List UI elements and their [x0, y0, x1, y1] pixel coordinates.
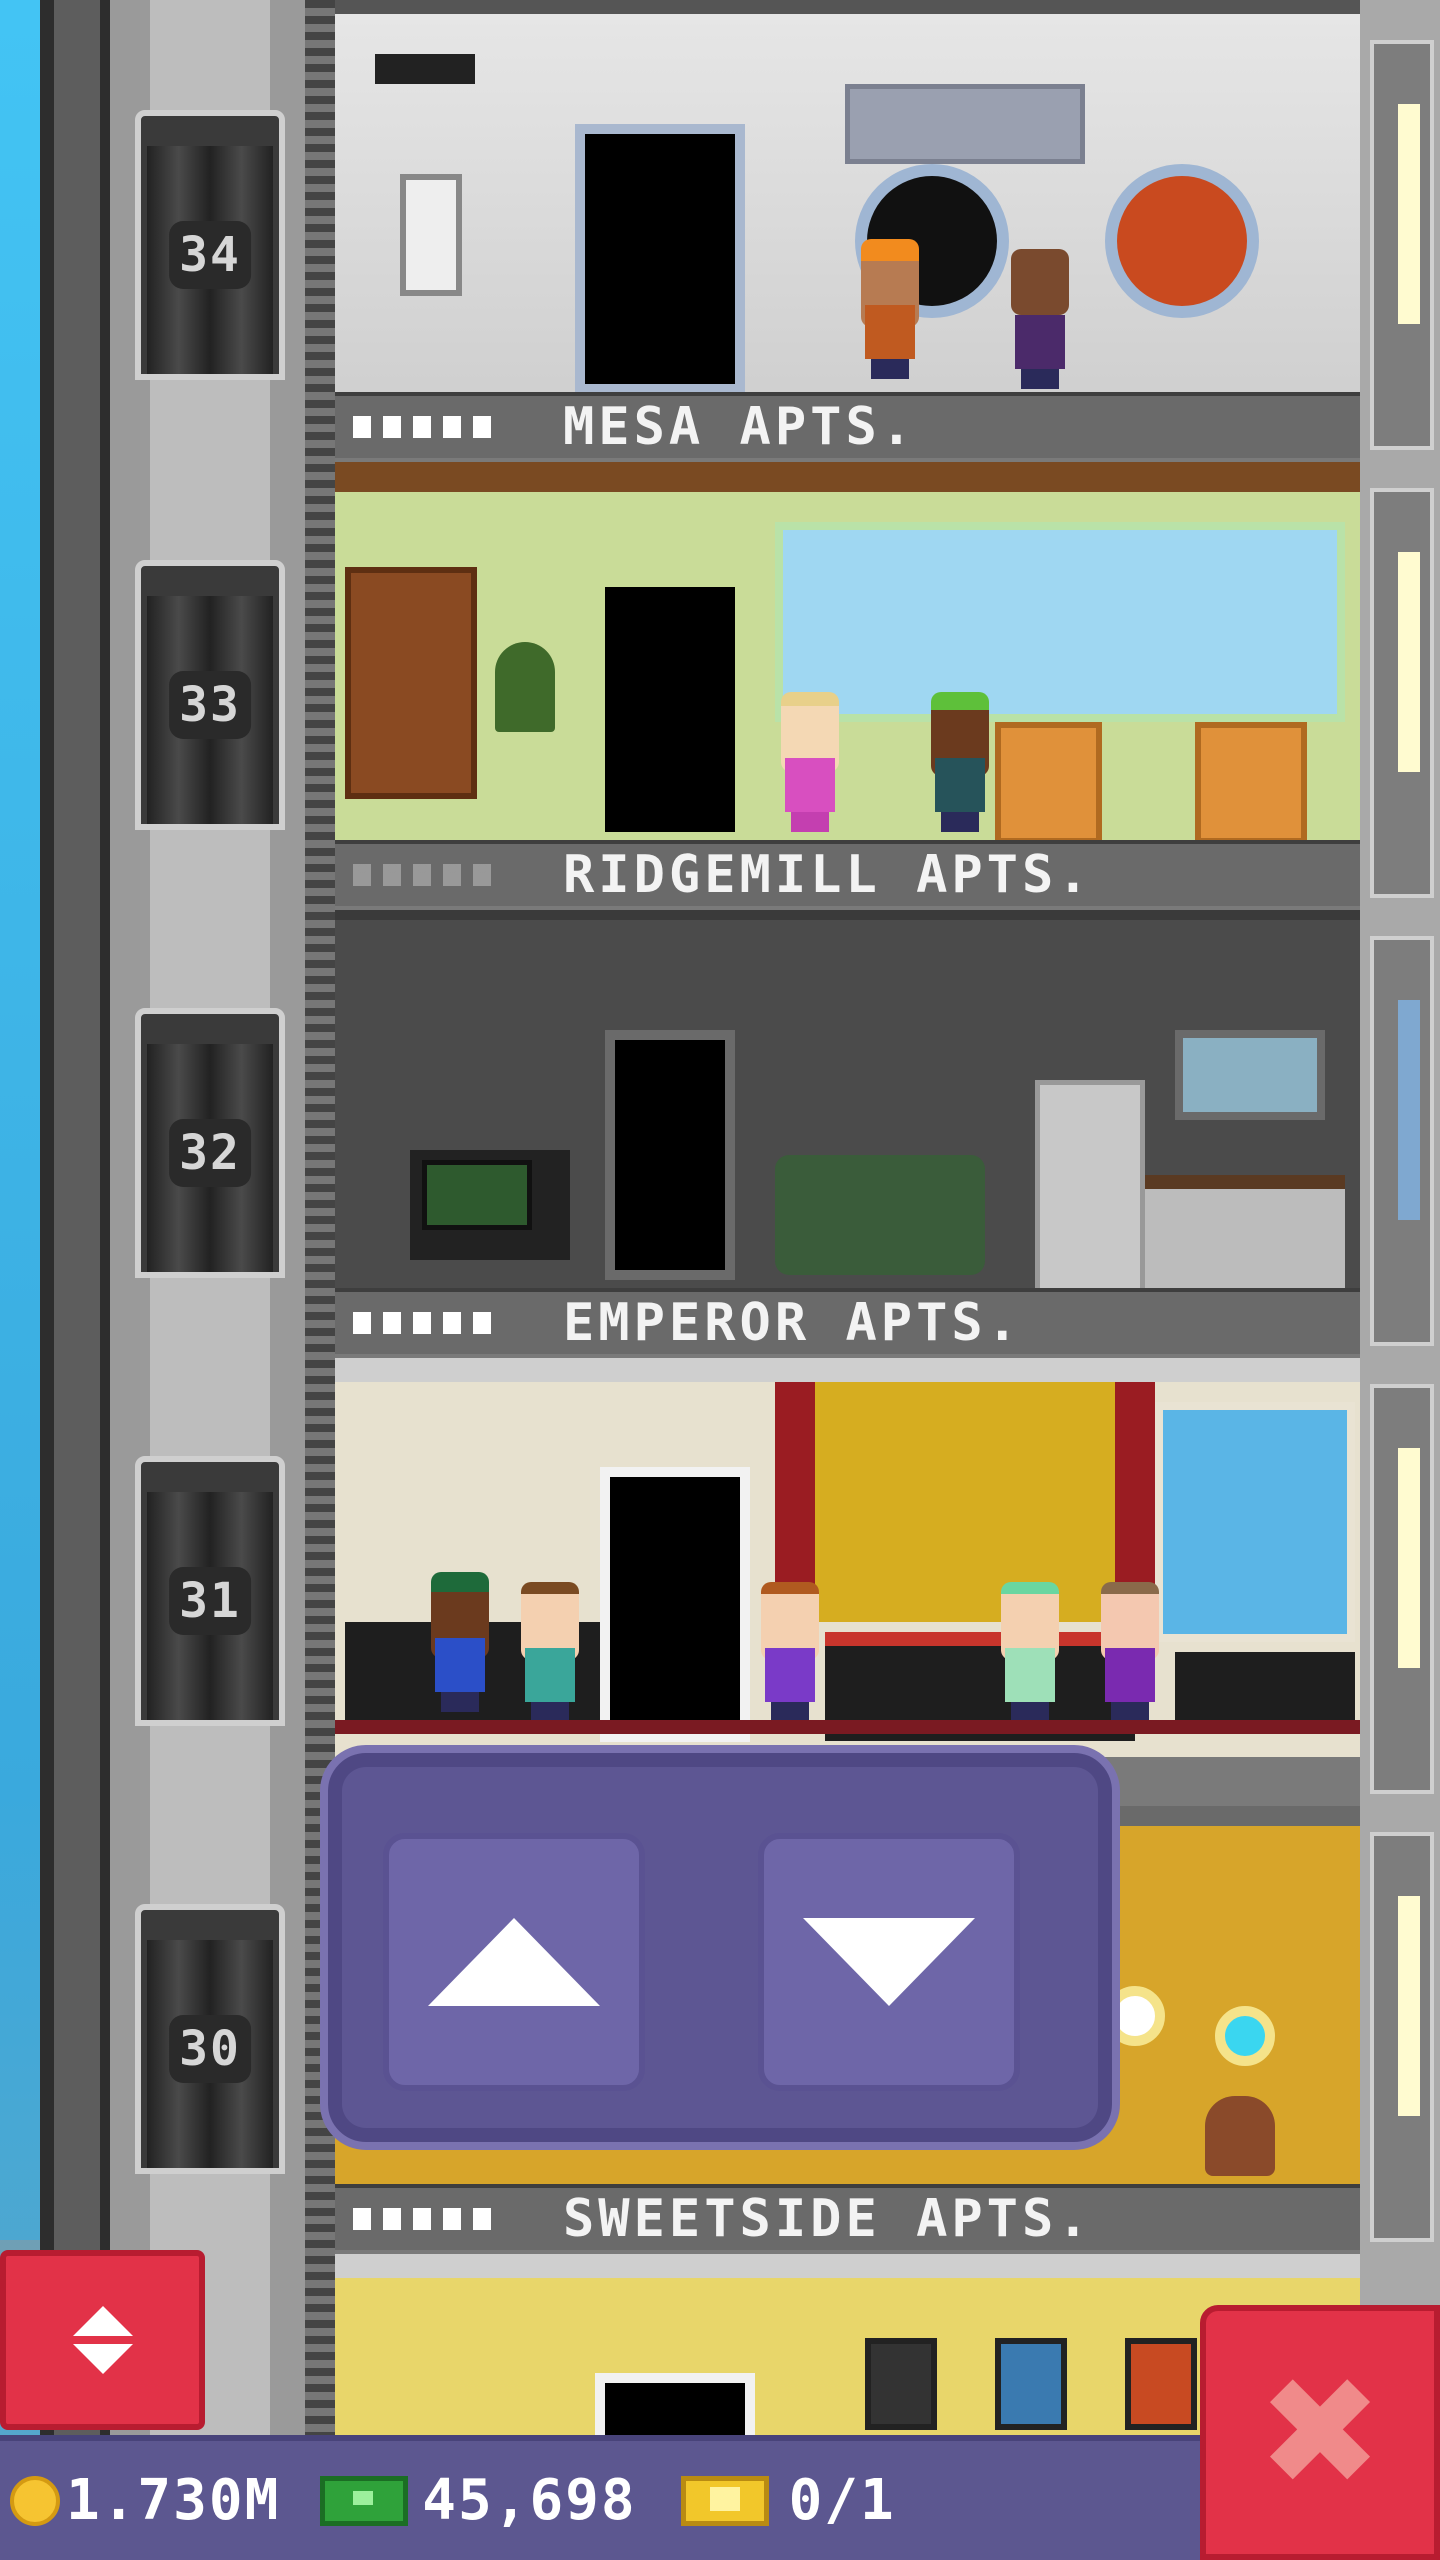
wall-picture [1125, 2338, 1197, 2430]
floor-name: SWEETSIDE APTS. [563, 2189, 1093, 2249]
large-window [775, 522, 1345, 722]
resident[interactable] [995, 1582, 1065, 1722]
floor-number: 32 [169, 1119, 251, 1187]
room-door [605, 587, 735, 832]
floor-number: 31 [169, 1567, 251, 1635]
shaft-column [110, 0, 310, 2560]
floor-name: EMPEROR APTS. [563, 1293, 1022, 1353]
room-door [605, 1030, 735, 1280]
arrow-up-icon [428, 1918, 600, 2006]
occupancy-indicator [353, 864, 553, 886]
vent [375, 54, 475, 84]
floor-33[interactable]: RIDGEMILL APTS. [335, 462, 1360, 910]
floor-name: RIDGEMILL APTS. [563, 845, 1093, 905]
kitchen-counter [1145, 1175, 1345, 1299]
fridge [1035, 1080, 1145, 1300]
floor-sign: RIDGEMILL APTS. [335, 840, 1360, 906]
close-button[interactable]: ✖ [1200, 2305, 1440, 2560]
elevator-down-button[interactable] [758, 1833, 1020, 2091]
shaft-rail-left [40, 0, 54, 2560]
elevator-up-down-icon [72, 2306, 133, 2374]
tower: MESA APTS. RIDGEMILL APTS. EMPEROR APTS.… [335, 0, 1360, 2560]
computer-desk [410, 1150, 570, 1260]
window-panel [1370, 1832, 1434, 2242]
vip-ticket-icon [680, 2475, 769, 2526]
elevator-up-button[interactable] [383, 1833, 645, 2091]
floor-34[interactable]: MESA APTS. [335, 0, 1360, 462]
armchair [995, 722, 1102, 844]
occupancy-indicator [353, 1312, 553, 1334]
bookshelf [345, 567, 477, 799]
room-interior [335, 910, 1360, 1300]
floor-number: 30 [169, 2015, 251, 2083]
sofa [775, 1155, 985, 1275]
floor-sign: SWEETSIDE APTS. [335, 2184, 1360, 2250]
wall-picture [995, 2338, 1067, 2430]
tower-exterior-right [1360, 0, 1440, 2560]
room-door [600, 1467, 750, 1742]
elevator-control-pad [320, 1745, 1120, 2150]
elevator-stop-32[interactable]: 32 [135, 1008, 285, 1278]
tickets-counter[interactable]: 0/1 [647, 2468, 896, 2533]
room-interior [335, 0, 1360, 404]
resident[interactable] [515, 1582, 585, 1722]
elevator-stop-30[interactable]: 30 [135, 1904, 285, 2174]
tickets-value: 0/1 [788, 2468, 896, 2533]
elevator-toggle-button[interactable] [0, 2250, 205, 2430]
resident[interactable] [1005, 249, 1075, 389]
window-panel [1370, 1384, 1434, 1794]
arrow-down-icon [803, 1918, 975, 2006]
wall-picture [865, 2338, 937, 2430]
control-panel [845, 84, 1085, 164]
bux-icon [320, 2475, 409, 2526]
close-x-icon: ✖ [1257, 2345, 1383, 2520]
flower-pot [1205, 2096, 1275, 2176]
floor-sign: MESA APTS. [335, 392, 1360, 458]
elevator-stop-33[interactable]: 33 [135, 560, 285, 830]
resident-construction-worker[interactable] [855, 239, 925, 379]
bux-value: 45,698 [422, 2468, 637, 2533]
wall-panel [400, 174, 462, 296]
elevator-shaft [40, 0, 330, 2560]
occupancy-indicator [353, 2208, 553, 2230]
elevator-stop-31[interactable]: 31 [135, 1456, 285, 1726]
resident[interactable] [775, 692, 845, 832]
floor-32[interactable]: EMPEROR APTS. [335, 910, 1360, 1358]
room-interior [335, 462, 1360, 867]
occupancy-indicator [353, 416, 553, 438]
resident[interactable] [425, 1572, 495, 1712]
floor-31[interactable] [335, 1358, 1360, 1806]
shaft-ladder [305, 0, 335, 2560]
carpet-edge [335, 1720, 1360, 1734]
coins-counter[interactable]: 1.730M [10, 2468, 280, 2533]
resident[interactable] [755, 1582, 825, 1722]
room-interior [335, 1358, 1360, 1757]
window-panel [1370, 40, 1434, 450]
resident[interactable] [925, 692, 995, 832]
coin-icon [10, 2475, 60, 2526]
floor-number: 34 [169, 221, 251, 289]
kitchen-window [1175, 1030, 1325, 1120]
floor-name: MESA APTS. [563, 397, 917, 457]
window-panel [1370, 488, 1434, 898]
window [1155, 1402, 1355, 1642]
coins-value: 1.730M [66, 2468, 281, 2533]
window-panel [1370, 936, 1434, 1346]
resident[interactable] [1095, 1582, 1165, 1722]
blue-flower-icon [1215, 2006, 1275, 2066]
porthole-mars [1105, 164, 1259, 318]
elevator-stop-34[interactable]: 34 [135, 110, 285, 380]
armchair [1195, 722, 1307, 844]
floor-number: 33 [169, 671, 251, 739]
floor-sign: EMPEROR APTS. [335, 1288, 1360, 1354]
plant [495, 642, 555, 732]
bux-counter[interactable]: 45,698 [290, 2468, 636, 2533]
room-door [575, 124, 745, 394]
